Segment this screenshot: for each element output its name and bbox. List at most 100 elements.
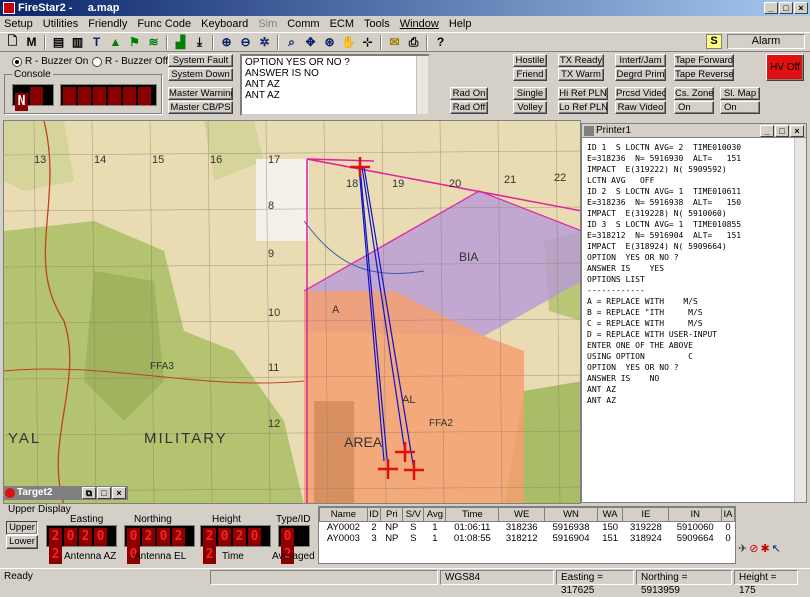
menu-func-code[interactable]: Func Code	[137, 18, 191, 30]
minimize-button[interactable]: _	[764, 2, 778, 14]
friend-button[interactable]: Friend	[513, 68, 547, 81]
buzzer-on-radio[interactable]	[12, 56, 22, 67]
system-down-button[interactable]: System Down	[168, 68, 233, 81]
status-height: Height = 175	[734, 570, 798, 596]
printer-close-button[interactable]: ×	[790, 125, 804, 137]
prcsd-video-button[interactable]: Prcsd Video	[615, 87, 666, 100]
hi-ref-pln-button[interactable]: Hi Ref PLN	[558, 87, 608, 100]
buzzer-off-radio[interactable]	[92, 56, 102, 67]
map-label: 16	[210, 154, 222, 166]
zoom-out-icon[interactable]: ⊖	[236, 34, 255, 51]
menu-keyboard[interactable]: Keyboard	[201, 18, 248, 30]
rad-off-button[interactable]: Rad Off	[450, 101, 488, 114]
menu-comm[interactable]: Comm	[287, 18, 319, 30]
comment-icon[interactable]: ✉	[385, 34, 404, 51]
column-header[interactable]: IN	[668, 507, 723, 522]
cursor-icon[interactable]: ↖	[772, 542, 781, 555]
printer-minimize-button[interactable]: _	[760, 125, 774, 137]
led-digit: 0	[218, 528, 231, 546]
target2-maximize-button[interactable]: □	[97, 487, 111, 499]
sl-map-on-button[interactable]: On	[720, 101, 760, 114]
tape-forward-button[interactable]: Tape Forward	[674, 54, 734, 67]
hv-off-button[interactable]: HV Off	[766, 54, 804, 81]
alert-icon[interactable]: ✱	[760, 542, 769, 555]
degrd-prim-button[interactable]: Degrd Prim	[615, 68, 666, 81]
menu-help[interactable]: Help	[449, 18, 472, 30]
rad-on-button[interactable]: Rad On	[450, 87, 488, 100]
column-header[interactable]: Name	[319, 507, 368, 522]
table-cell: 5909664	[676, 533, 714, 544]
zoom-in-icon[interactable]: ⊕	[217, 34, 236, 51]
download-icon[interactable]: ⤓	[190, 34, 209, 51]
interf-jam-button[interactable]: Interf/Jam	[615, 54, 666, 67]
flag-icon[interactable]: ⚑	[125, 34, 144, 51]
new-icon[interactable]: 🗋	[3, 34, 22, 51]
grid-icon[interactable]: ≋	[144, 34, 163, 51]
hand-icon[interactable]: ✋	[339, 34, 358, 51]
column-header[interactable]: S/V	[402, 507, 425, 522]
document-icon[interactable]: ▤	[49, 34, 68, 51]
target2-restore-button[interactable]: ⧉	[82, 487, 96, 499]
map-view[interactable]: 13 14 15 16 17 18 19 20 21 22 8 9 10 11 …	[3, 120, 581, 504]
option-output-box[interactable]: OPTION YES OR NO ? ANSWER IS NO ANT AZ A…	[240, 54, 430, 116]
help-icon[interactable]: ?	[431, 34, 450, 51]
menu-ecm[interactable]: ECM	[330, 18, 354, 30]
lo-ref-pln-button[interactable]: Lo Ref PLN	[558, 101, 608, 114]
lower-button[interactable]: Lower	[6, 535, 38, 549]
printer-scrollbar[interactable]	[794, 138, 806, 502]
option-scrollbar[interactable]	[416, 56, 428, 114]
column-header[interactable]: WN	[544, 507, 598, 522]
column-header[interactable]: IE	[622, 507, 670, 522]
menu-sim[interactable]: Sim	[258, 18, 277, 30]
cs-zone-on-button[interactable]: On	[674, 101, 714, 114]
pointer-icon[interactable]: ⊹	[358, 34, 377, 51]
menu-tools[interactable]: Tools	[364, 18, 390, 30]
zoom-extents-icon[interactable]: ✲	[255, 34, 274, 51]
target-zoom-icon[interactable]: ⊛	[320, 34, 339, 51]
target2-close-button[interactable]: ×	[112, 487, 126, 499]
menu-friendly[interactable]: Friendly	[88, 18, 127, 30]
column-header[interactable]: WA	[596, 507, 624, 522]
tape-reverse-button[interactable]: Tape Reverse	[674, 68, 734, 81]
save-icon[interactable]: ▟	[171, 34, 190, 51]
raw-video-button[interactable]: Raw Video	[615, 101, 666, 114]
search-icon[interactable]: ⌕	[282, 34, 301, 51]
print-icon[interactable]: ⎙	[404, 34, 423, 51]
table-row[interactable]: AY0002 2 NP S 1 01:06:11 318236 5916938 150 31922…	[320, 522, 735, 533]
column-header[interactable]: Time	[445, 507, 500, 522]
document-icon[interactable]: ▥	[68, 34, 87, 51]
printer-output: ID 1 S LOCTN AVG= 2 TIME010030 E=318236 N…	[582, 138, 806, 406]
single-button[interactable]: Single	[513, 87, 547, 100]
column-header[interactable]: WE	[498, 507, 546, 522]
table-row[interactable]: AY0003 3 NP S 1 01:08:55 318212 5916904 151 31892…	[320, 533, 735, 544]
menu-window[interactable]: Window	[400, 18, 439, 30]
stop-icon[interactable]: ⊘	[749, 542, 758, 555]
printer-maximize-button[interactable]: □	[775, 125, 789, 137]
m-icon[interactable]: M	[22, 34, 41, 51]
pan-icon[interactable]: ✥	[301, 34, 320, 51]
cs-zone-button[interactable]: Cs. Zone	[674, 87, 714, 100]
column-header[interactable]: IA	[721, 507, 735, 522]
master-warning-button[interactable]: Master Warning	[168, 87, 233, 100]
sl-map-button[interactable]: Sl. Map	[720, 87, 760, 100]
column-header[interactable]: Avg	[423, 507, 447, 522]
maximize-button[interactable]: □	[779, 2, 793, 14]
tx-ready-button[interactable]: TX Ready	[558, 54, 604, 67]
upper-button[interactable]: Upper	[6, 521, 38, 535]
aircraft-icon[interactable]: ✈	[738, 542, 747, 555]
led-digit: 2	[49, 528, 62, 546]
target-icon[interactable]: ▲	[106, 34, 125, 51]
tx-warm-button[interactable]: TX Warm	[558, 68, 604, 81]
table-cell: AY0002	[326, 522, 360, 533]
volley-button[interactable]: Volley	[513, 101, 547, 114]
master-cbps-button[interactable]: Master CB/PS	[168, 101, 233, 114]
text-icon[interactable]: T	[87, 34, 106, 51]
printer-line: E=318212 N= 5916904 ALT= 151	[587, 231, 742, 240]
menu-setup[interactable]: Setup	[4, 18, 33, 30]
hostile-button[interactable]: Hostile	[513, 54, 547, 67]
close-button[interactable]: ×	[794, 2, 808, 14]
system-fault-button[interactable]: System Fault	[168, 54, 233, 67]
column-header[interactable]: ID	[366, 507, 382, 522]
menu-utilities[interactable]: Utilities	[43, 18, 78, 30]
column-header[interactable]: Pri	[380, 507, 404, 522]
